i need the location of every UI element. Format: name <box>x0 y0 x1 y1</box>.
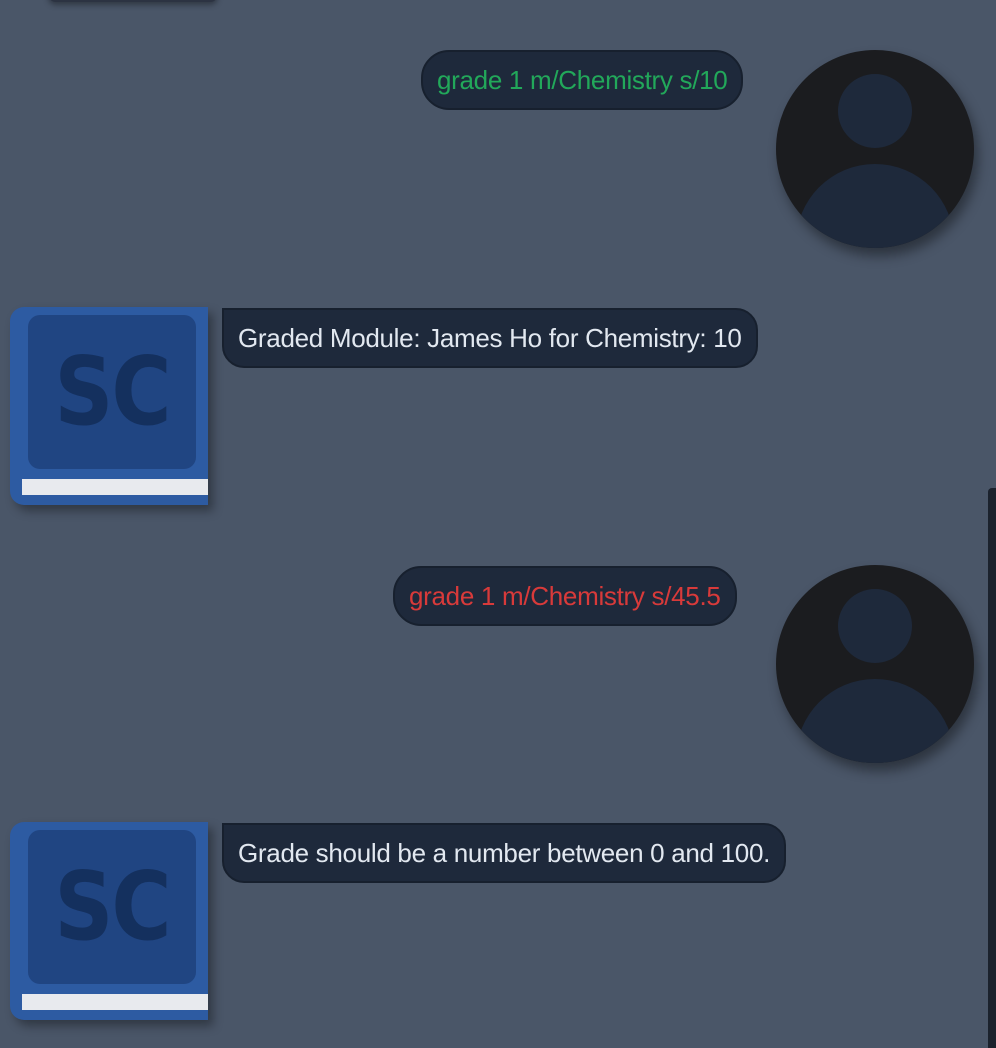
chat-panel: grade 1 m/Chemistry s/10 SC Graded Modul… <box>0 0 996 1038</box>
avatar-body <box>796 679 954 763</box>
avatar-head <box>838 74 912 148</box>
user-avatar-icon <box>776 50 974 248</box>
bot-message-bubble[interactable]: Graded Module: James Ho for Chemistry: 1… <box>222 308 758 368</box>
book-pages <box>22 994 208 1010</box>
bot-message-bubble[interactable]: Grade should be a number between 0 and 1… <box>222 823 787 883</box>
avatar-body <box>796 164 954 248</box>
scrollbar[interactable] <box>988 488 996 1048</box>
user-message-bubble[interactable]: grade 1 m/Chemistry s/45.5 <box>393 566 737 626</box>
book-cover: SC <box>28 315 196 469</box>
bot-logo-text: SC <box>54 852 171 962</box>
book-pages <box>22 479 208 495</box>
avatar-head <box>838 589 912 663</box>
user-avatar-icon <box>776 565 974 763</box>
previous-message-bubble <box>48 0 218 2</box>
bot-avatar-icon: SC <box>10 822 208 1020</box>
bot-logo-text: SC <box>54 337 171 447</box>
bot-avatar-icon: SC <box>10 307 208 505</box>
user-message-bubble[interactable]: grade 1 m/Chemistry s/10 <box>421 50 744 110</box>
book-cover: SC <box>28 830 196 984</box>
